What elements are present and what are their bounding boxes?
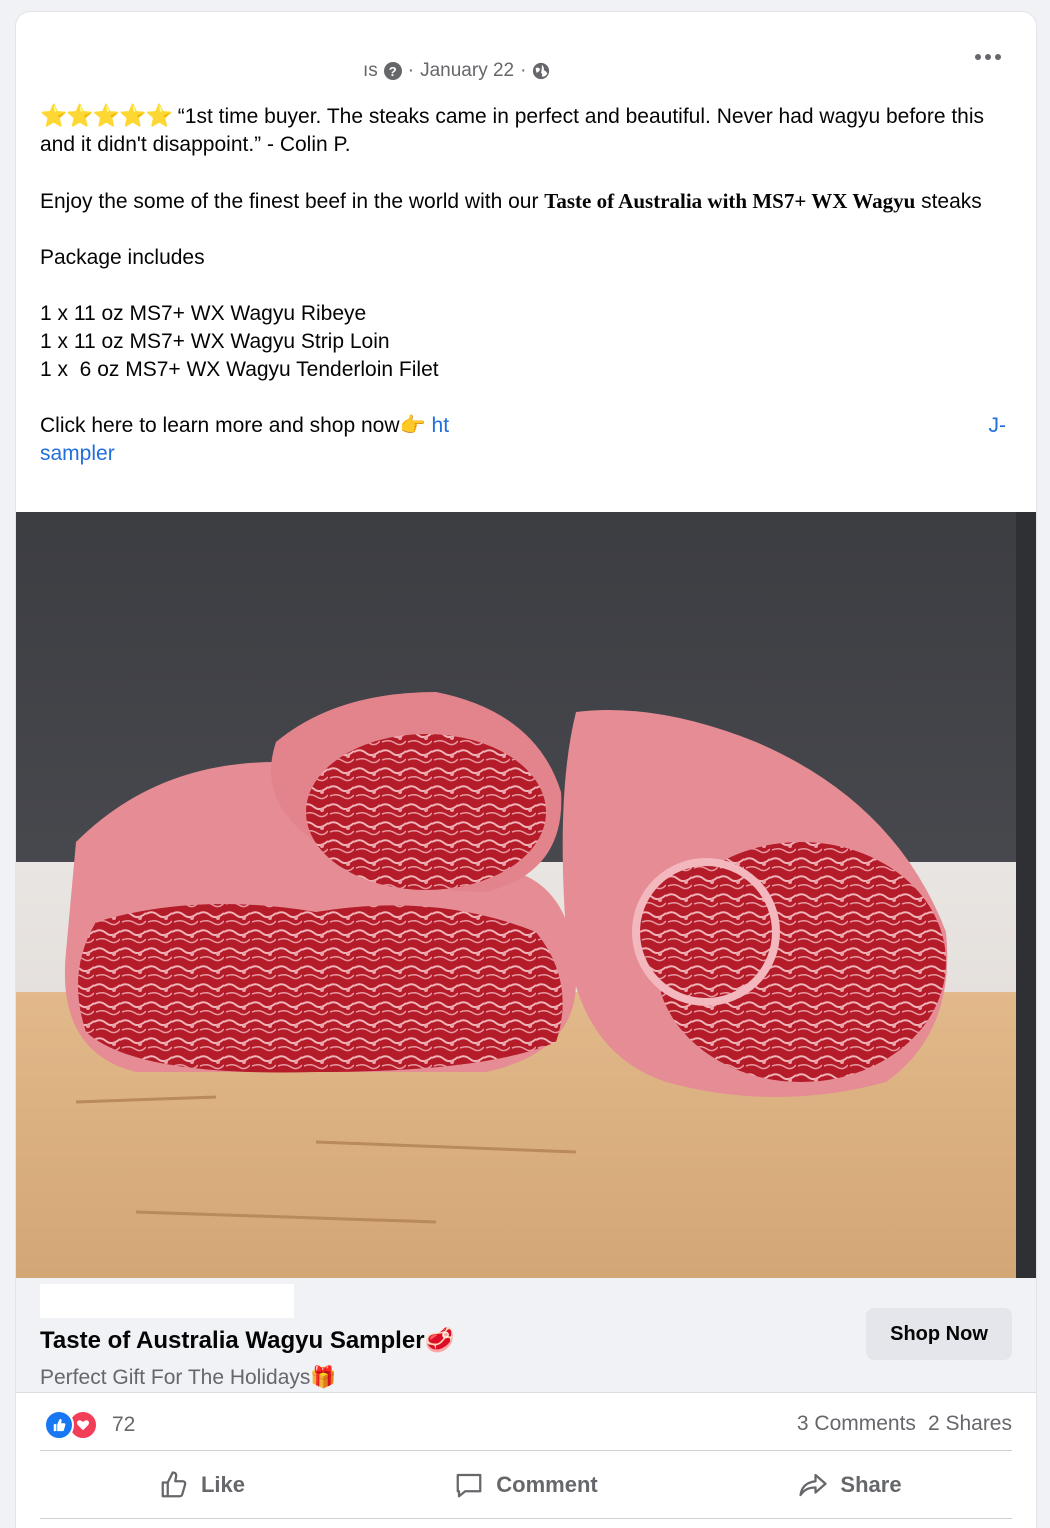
like-label: Like [200,1472,246,1497]
post-card: ıs ? · January 22 · ⭐⭐⭐⭐⭐ “1st time buye… [16,12,1036,1528]
post-body: ⭐⭐⭐⭐⭐ “1st time buyer. The steaks came i… [40,102,1012,468]
post-header: ıs ? · January 22 · [16,12,1036,102]
intro-text: Enjoy the some of the finest beef in the… [40,190,545,213]
intro-paragraph: Enjoy the some of the finest beef in the… [40,187,1012,216]
comments-count[interactable]: 3 Comments [797,1412,916,1436]
product-photo[interactable] [16,512,1036,1278]
reactions-summary[interactable]: 72 [44,1410,135,1440]
meta-separator: · [520,60,527,81]
package-item: 1 x 6 oz MS7+ WX Wagyu Tenderloin Filet [40,358,439,381]
shop-link-end[interactable]: sampler [40,442,115,465]
shares-count[interactable]: 2 Shares [928,1412,1012,1436]
post-meta: ıs ? · January 22 · [363,60,550,82]
ad-subtitle: Perfect Gift For The Holidays🎁 [40,1366,337,1389]
more-options-icon[interactable] [968,42,1008,72]
cta-text: Click here to learn more and shop now👉 [40,414,432,437]
shop-link[interactable]: ht [432,414,450,437]
comment-button[interactable]: Comment [364,1452,688,1518]
review-quote: “1st time buyer. The steaks came in perf… [40,105,985,156]
share-icon [799,1473,828,1497]
engagement-stats: 72 3 Comments 2 Shares [40,1400,1012,1451]
like-reaction-icon [44,1410,74,1440]
five-star-icons: ⭐⭐⭐⭐⭐ [40,103,173,128]
ad-link-bar[interactable]: Taste of Australia Wagyu Sampler🥩 Perfec… [16,1278,1036,1393]
globe-icon [533,62,550,80]
ad-title[interactable]: Taste of Australia Wagyu Sampler🥩 [40,1326,454,1355]
intro-suffix: steaks [915,190,982,213]
comment-share-counts: 3 Comments 2 Shares [797,1412,1012,1436]
package-item: 1 x 11 oz MS7+ WX Wagyu Ribeye [40,302,367,325]
comment-icon [456,1473,482,1498]
reaction-count: 72 [112,1413,136,1436]
package-heading: Package includes [40,246,205,269]
redacted-domain [40,1284,294,1318]
share-button[interactable]: Share [688,1452,1012,1518]
help-icon[interactable]: ? [383,62,402,80]
meta-separator: · [407,60,415,81]
share-label: Share [840,1472,902,1497]
like-button[interactable]: Like [40,1452,364,1518]
review-paragraph: ⭐⭐⭐⭐⭐ “1st time buyer. The steaks came i… [40,102,1012,159]
package-item: 1 x 11 oz MS7+ WX Wagyu Strip Loin [40,330,390,353]
cta-paragraph: Click here to learn more and shop now👉 h… [40,412,1012,440]
post-actions: Like Comment Share [40,1452,1012,1519]
product-name: Taste of Australia with MS7+ WX Wagyu [544,189,916,213]
post-date[interactable]: January 22 [420,60,514,82]
author-name-fragment[interactable]: ıs [363,60,378,82]
comment-label: Comment [496,1472,598,1497]
shop-now-button[interactable]: Shop Now [866,1308,1012,1360]
shop-link-tail[interactable]: J- [989,412,1007,440]
thumbs-up-icon [161,1471,187,1498]
